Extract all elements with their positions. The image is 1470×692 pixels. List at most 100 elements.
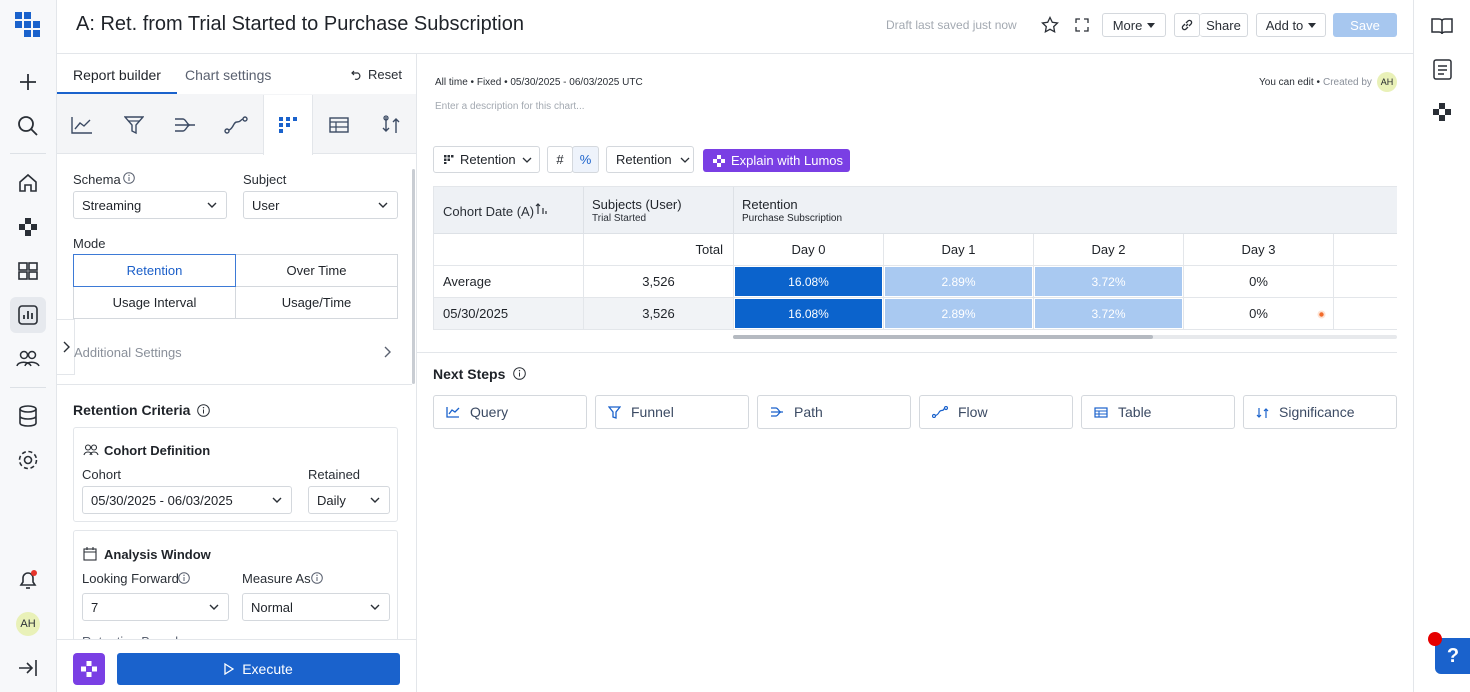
table-row-header-spacer bbox=[434, 234, 584, 266]
significance-chart-icon[interactable] bbox=[366, 95, 416, 154]
notes-icon[interactable] bbox=[1433, 59, 1453, 81]
mode-retention-button[interactable]: Retention bbox=[73, 254, 236, 287]
sort-icon[interactable] bbox=[535, 203, 549, 215]
flow-chart-icon[interactable] bbox=[211, 95, 261, 154]
panel-footer: Execute bbox=[57, 639, 416, 692]
measure-as-select[interactable]: Normal bbox=[242, 593, 390, 621]
looking-forward-select[interactable]: 7 bbox=[82, 593, 229, 621]
execute-button[interactable]: Execute bbox=[117, 653, 400, 685]
table-horizontal-scrollbar[interactable] bbox=[733, 335, 1397, 339]
next-step-flow-button[interactable]: Flow bbox=[919, 395, 1073, 429]
report-header: A: Ret. from Trial Started to Purchase S… bbox=[57, 0, 1413, 54]
lumos-button[interactable] bbox=[73, 653, 105, 685]
total-cell: 3,526 bbox=[584, 298, 734, 330]
chevron-right-icon[interactable] bbox=[383, 346, 391, 358]
cohort-date-range-select[interactable]: 05/30/2025 - 06/03/2025 bbox=[82, 486, 292, 514]
reports-icon[interactable] bbox=[10, 297, 46, 333]
path-icon bbox=[771, 407, 783, 417]
reset-button[interactable]: Reset bbox=[351, 67, 402, 82]
retention-chart-icon[interactable] bbox=[263, 95, 313, 155]
add-to-button[interactable]: Add to bbox=[1256, 13, 1326, 37]
next-step-query-button[interactable]: Query bbox=[433, 395, 587, 429]
metric-select[interactable]: Retention bbox=[606, 146, 694, 173]
retention-grid-icon bbox=[444, 155, 454, 164]
users-icon[interactable] bbox=[10, 341, 46, 377]
schema-value: Streaming bbox=[82, 197, 142, 213]
day-3-cell[interactable]: 0% bbox=[1184, 266, 1334, 298]
day-3-cell[interactable]: 0% bbox=[1184, 298, 1334, 330]
schema-select[interactable]: Streaming bbox=[73, 191, 227, 219]
notifications-icon[interactable] bbox=[10, 562, 46, 598]
day-1-cell[interactable]: 2.89% bbox=[884, 298, 1034, 330]
link-icon bbox=[1181, 19, 1193, 31]
star-icon[interactable] bbox=[1041, 16, 1059, 34]
tab-chart-settings[interactable]: Chart settings bbox=[185, 67, 271, 83]
day-1-cell[interactable]: 2.89% bbox=[884, 266, 1034, 298]
day-0-cell[interactable]: 16.08% bbox=[734, 266, 884, 298]
lumos-icon[interactable] bbox=[10, 209, 46, 245]
view-label: Retention bbox=[460, 152, 516, 167]
search-icon[interactable] bbox=[10, 108, 46, 144]
day-0-cell[interactable]: 16.08% bbox=[734, 298, 884, 330]
expand-panel-button[interactable] bbox=[57, 319, 75, 375]
next-step-funnel-button[interactable]: Funnel bbox=[595, 395, 749, 429]
section-divider bbox=[57, 384, 412, 385]
cohort-date-header[interactable]: Cohort Date (A) bbox=[434, 187, 584, 234]
more-label: More bbox=[1112, 17, 1143, 33]
plus-icon[interactable] bbox=[10, 64, 46, 100]
mode-label: Mode bbox=[73, 236, 106, 251]
fullscreen-icon[interactable] bbox=[1075, 18, 1089, 32]
day-2-cell[interactable]: 3.72% bbox=[1034, 298, 1184, 330]
retention-table: Cohort Date (A) Subjects (User) Trial St… bbox=[433, 186, 1397, 330]
count-toggle[interactable]: # bbox=[547, 146, 573, 173]
mode-usage-interval-button[interactable]: Usage Interval bbox=[73, 286, 236, 319]
retained-select[interactable]: Daily bbox=[308, 486, 390, 514]
next-step-path-button[interactable]: Path bbox=[757, 395, 911, 429]
creator-avatar[interactable]: AH bbox=[1377, 72, 1397, 92]
settings-icon[interactable] bbox=[10, 442, 46, 478]
page-title[interactable]: A: Ret. from Trial Started to Purchase S… bbox=[76, 13, 524, 36]
lumos-panel-icon[interactable] bbox=[1433, 103, 1451, 121]
query-chart-icon[interactable] bbox=[57, 95, 107, 154]
time-range-meta[interactable]: All time • Fixed • 05/30/2025 - 06/03/20… bbox=[435, 77, 643, 88]
next-step-significance-button[interactable]: Significance bbox=[1243, 395, 1397, 429]
tab-report-builder[interactable]: Report builder bbox=[73, 67, 161, 83]
additional-settings-link[interactable]: Additional Settings bbox=[74, 345, 182, 360]
more-button[interactable]: More bbox=[1102, 13, 1166, 37]
mode-usage-time-button[interactable]: Usage/Time bbox=[235, 286, 398, 319]
home-icon[interactable] bbox=[10, 165, 46, 201]
chevron-down-icon bbox=[209, 604, 219, 610]
day-2-cell[interactable]: 3.72% bbox=[1034, 266, 1184, 298]
description-input[interactable]: Enter a description for this chart... bbox=[435, 101, 585, 112]
subject-select[interactable]: User bbox=[243, 191, 398, 219]
collapse-icon[interactable] bbox=[10, 650, 46, 686]
funnel-chart-icon[interactable] bbox=[109, 95, 159, 154]
view-select[interactable]: Retention bbox=[433, 146, 540, 173]
share-button[interactable]: Share bbox=[1200, 13, 1248, 37]
dashboards-icon[interactable] bbox=[10, 253, 46, 289]
day-4-cell[interactable]: 0 bbox=[1334, 298, 1397, 330]
heat-value: 3.72% bbox=[1035, 299, 1182, 328]
day-0-header: Day 0 bbox=[734, 234, 884, 266]
incomplete-data-icon[interactable] bbox=[1317, 310, 1326, 319]
retention-header-label: Retention bbox=[742, 197, 798, 212]
explain-label: Explain with Lumos bbox=[731, 153, 843, 168]
data-icon[interactable] bbox=[10, 398, 46, 434]
next-step-table-button[interactable]: Table bbox=[1081, 395, 1235, 429]
percent-toggle[interactable]: % bbox=[572, 146, 599, 173]
mode-over-time-button[interactable]: Over Time bbox=[235, 254, 398, 287]
save-button[interactable]: Save bbox=[1333, 13, 1397, 37]
path-chart-icon[interactable] bbox=[160, 95, 210, 154]
docs-icon[interactable] bbox=[1430, 16, 1454, 36]
day-1-header: Day 1 bbox=[884, 234, 1034, 266]
table-chart-icon[interactable] bbox=[314, 95, 364, 154]
app-grid-icon[interactable] bbox=[10, 7, 46, 43]
copy-link-button[interactable] bbox=[1174, 13, 1200, 37]
cohort-icon bbox=[83, 444, 99, 456]
avatar[interactable]: AH bbox=[16, 612, 40, 636]
panel-scrollbar[interactable] bbox=[412, 169, 415, 384]
day-4-cell[interactable]: 0 bbox=[1334, 266, 1397, 298]
explain-with-lumos-button[interactable]: Explain with Lumos bbox=[703, 149, 850, 172]
scrollbar-thumb[interactable] bbox=[733, 335, 1153, 339]
left-nav-rail: AH bbox=[0, 0, 57, 692]
